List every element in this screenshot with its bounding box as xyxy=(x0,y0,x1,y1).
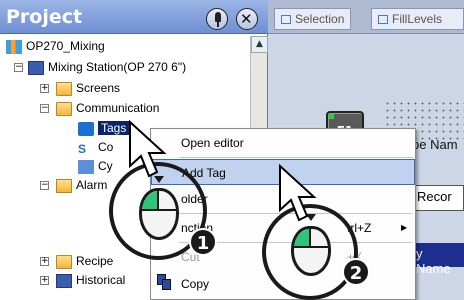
tree-item-project[interactable]: OP270_Mixing xyxy=(6,38,105,55)
tree-item-connections[interactable]: S Co xyxy=(78,139,113,156)
tab-label: FillLevels xyxy=(392,12,443,26)
tree-item-label: Historical xyxy=(76,273,126,287)
scroll-up-arrow-icon[interactable]: ▲ xyxy=(251,36,268,53)
project-icon xyxy=(6,39,22,54)
step-number: 1 xyxy=(189,228,217,256)
close-button[interactable]: ✕ xyxy=(236,8,258,30)
tree-item-label: Co xyxy=(98,140,114,154)
cursor-arrow-icon xyxy=(129,119,167,178)
folder-icon xyxy=(56,101,72,116)
submenu-arrow-icon: ▶ xyxy=(401,223,408,232)
device-icon xyxy=(28,60,44,75)
project-header: Project ✕ xyxy=(0,0,268,34)
menu-item-label: Open editor xyxy=(181,136,244,150)
tags-icon xyxy=(78,121,94,136)
tree-item-label: Mixing Station(OP 270 6") xyxy=(48,60,187,74)
tree-item-label: Screens xyxy=(76,81,121,95)
mouse-icon xyxy=(139,188,179,240)
folder-icon xyxy=(56,178,72,193)
copy-icon xyxy=(156,273,172,291)
status-indicator xyxy=(329,114,334,119)
collapse-toggle[interactable]: − xyxy=(40,104,49,113)
menu-item-label: Copy xyxy=(181,277,210,291)
step-number: 2 xyxy=(342,258,370,286)
pin-button[interactable] xyxy=(206,8,228,30)
tree-item-label: OP270_Mixing xyxy=(26,39,105,53)
folder-icon xyxy=(56,81,72,96)
tree-item-alarm[interactable]: Alarm xyxy=(56,177,107,194)
tree-item-tags[interactable]: Tags xyxy=(78,120,130,137)
connections-icon: S xyxy=(78,141,87,156)
expand-toggle[interactable]: + xyxy=(40,84,49,93)
close-icon: ✕ xyxy=(240,10,253,28)
record-field[interactable]: Recor xyxy=(410,185,464,211)
cycles-icon xyxy=(78,159,94,174)
tree-item-mixing-station[interactable]: Mixing Station(OP 270 6") xyxy=(28,59,186,76)
collapse-toggle[interactable]: − xyxy=(40,181,49,190)
folder-icon xyxy=(56,254,72,269)
tree-item-historical[interactable]: Historical xyxy=(56,272,125,289)
menu-item-open-editor[interactable]: Open editor xyxy=(151,130,415,156)
tab-label: Selection xyxy=(295,12,345,26)
tree-item-label: Communication xyxy=(76,101,160,115)
tree-item-label: Tags xyxy=(98,121,130,135)
screen-icon xyxy=(281,15,291,25)
tab-selection[interactable]: Selection xyxy=(274,8,352,30)
name-field[interactable]: y Name xyxy=(410,243,464,276)
pin-icon xyxy=(215,12,221,27)
tab-filllevels[interactable]: FillLevels xyxy=(371,8,464,30)
editor-tabs: Selection FillLevels xyxy=(268,0,464,34)
project-title: Project xyxy=(6,6,83,28)
cursor-arrow-icon xyxy=(279,163,317,222)
tree-item-label: Alarm xyxy=(76,178,108,192)
tree-item-communication[interactable]: Communication xyxy=(56,100,159,117)
expand-toggle[interactable]: + xyxy=(40,276,49,285)
screen-icon xyxy=(378,15,388,25)
mouse-icon xyxy=(291,226,331,276)
expand-toggle[interactable]: + xyxy=(40,257,49,266)
collapse-toggle[interactable]: − xyxy=(14,63,23,72)
database-icon xyxy=(56,273,72,288)
tree-item-screens[interactable]: Screens xyxy=(56,80,120,97)
